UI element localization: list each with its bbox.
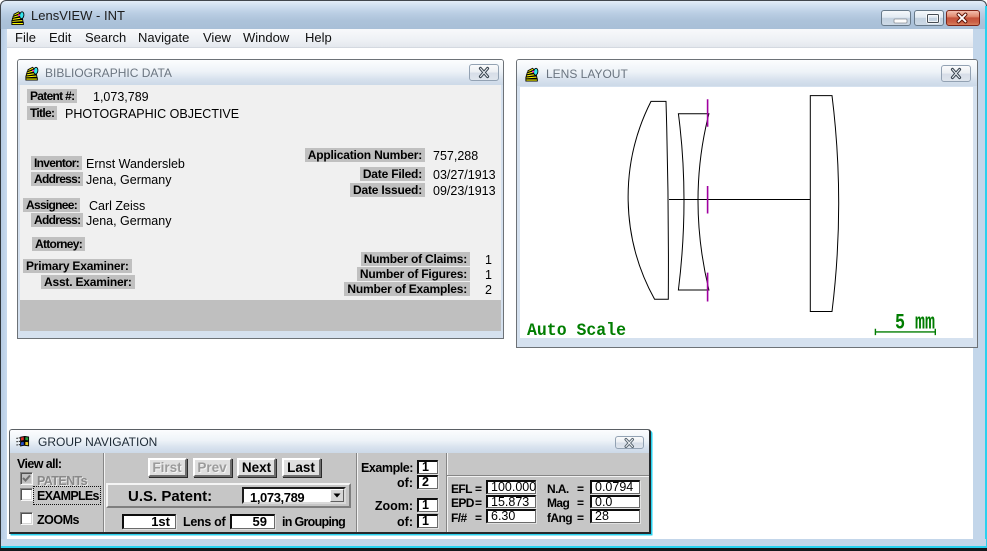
svg-text:5 mm: 5 mm xyxy=(895,310,935,336)
svg-text:Auto Scale: Auto Scale xyxy=(527,321,626,338)
